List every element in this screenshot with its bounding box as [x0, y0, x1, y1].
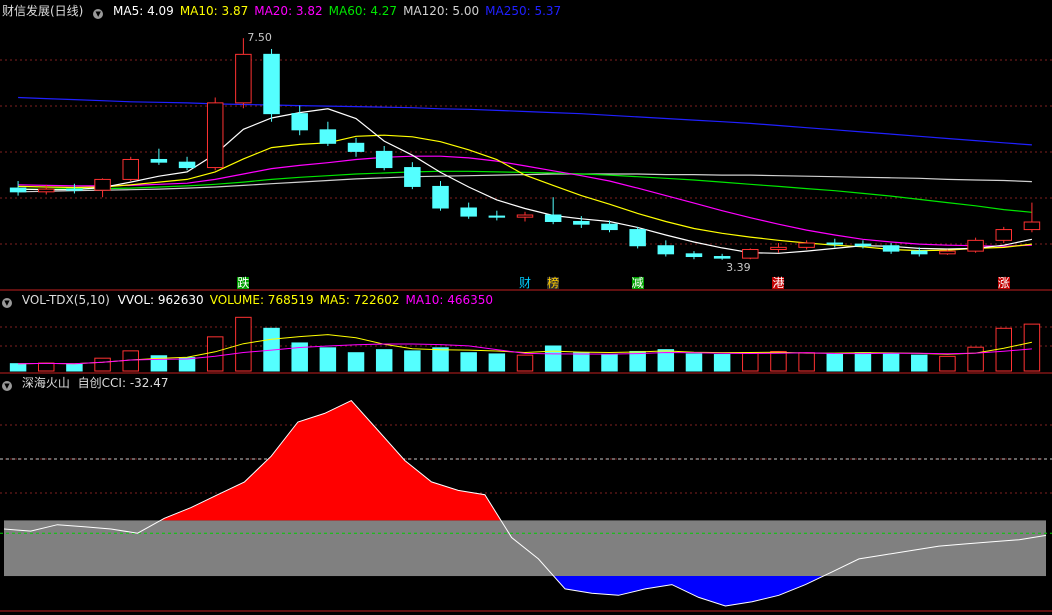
event-tag: 榜: [547, 276, 560, 290]
volume-bar: [94, 357, 111, 372]
candle-body: [460, 207, 477, 217]
candle-body: [544, 214, 562, 222]
candle-body: [911, 250, 928, 255]
volume-bar: [601, 354, 618, 372]
chevron-down-icon[interactable]: ▼: [93, 9, 104, 19]
volume-bar: [516, 354, 534, 372]
volume-bar: [319, 347, 337, 372]
volume-bar: [770, 350, 787, 372]
volume-bar: [798, 352, 815, 372]
volume-bar: [178, 357, 196, 372]
candle-body: [150, 158, 168, 163]
event-tag: 减: [631, 276, 644, 290]
candle-body: [347, 142, 365, 152]
chevron-down-icon[interactable]: ▼: [2, 298, 12, 308]
volume-bar: [573, 352, 590, 372]
volume-bar: [488, 353, 506, 372]
volume-bar: [742, 352, 759, 372]
cci-panel-title: 深海火山: [21, 376, 70, 390]
volume-bar: [347, 352, 365, 372]
volume-bar: [432, 347, 449, 372]
candle-body: [798, 242, 815, 248]
low-price-label: 3.39: [726, 260, 751, 274]
volume-bar: [713, 354, 731, 372]
high-price-label: 7.50: [247, 31, 272, 45]
candle-body: [882, 245, 900, 252]
volume-bar: [404, 350, 421, 372]
candle-body: [235, 53, 252, 104]
candle-body: [488, 215, 506, 218]
volume-bar: [544, 345, 562, 372]
candle-body: [432, 185, 449, 209]
chevron-down-icon[interactable]: ▼: [2, 381, 12, 391]
candle-body: [629, 229, 646, 247]
candle-body: [66, 188, 83, 191]
price-panel-header: 财信发展(日线) ▼ MA5: 4.09 MA10: 3.87 MA20: 3.82…: [2, 3, 573, 19]
legend-item: VOLUME: 768519: [209, 293, 314, 307]
candle-body: [573, 220, 590, 225]
candle-body: [291, 113, 308, 131]
candle-body: [601, 223, 618, 231]
candle-body: [178, 161, 196, 169]
volume-bar: [826, 353, 844, 372]
candle-body: [319, 129, 337, 144]
candle-body: [375, 150, 393, 169]
cci-value-label: 自创CCI: -32.47: [77, 376, 169, 390]
volume-panel-title: VOL-TDX(5,10): [21, 293, 110, 307]
ma-legend: MA5: 4.09 MA10: 3.87 MA20: 3.82 MA60: 4.27 M…: [113, 4, 567, 18]
candle-body: [826, 242, 844, 245]
volume-bar: [206, 336, 224, 372]
candle-body: [967, 239, 984, 252]
volume-bar: [967, 346, 984, 372]
event-tag: 财: [519, 276, 532, 290]
event-tag: 涨: [997, 276, 1010, 290]
cci-panel-header: ▼ 深海火山 自创CCI: -32.47: [2, 375, 175, 391]
volume-legend: VVOL: 962630 VOLUME: 768519 MA5: 722602 MA1…: [118, 293, 499, 307]
candle-body: [657, 245, 675, 255]
legend-item: MA250: 5.37: [485, 4, 562, 18]
event-tag: 港: [772, 276, 785, 290]
legend-item: MA20: 3.82: [254, 4, 323, 18]
event-tag: 跌: [237, 276, 250, 290]
volume-bar: [629, 350, 646, 372]
candle-body: [263, 53, 280, 115]
legend-item: MA10: 3.87: [179, 4, 249, 18]
legend-item: MA5: 722602: [319, 293, 400, 307]
candle-body: [516, 214, 534, 218]
candle-body: [94, 178, 111, 191]
legend-item: MA5: 4.09: [113, 4, 174, 18]
volume-bar: [939, 355, 956, 372]
volume-panel-header: ▼ VOL-TDX(5,10) VVOL: 962630 VOLUME: 7685…: [2, 292, 505, 308]
candle-body: [770, 246, 787, 251]
candle-body: [742, 249, 759, 259]
candle-body: [995, 229, 1013, 241]
volume-bar: [460, 352, 477, 372]
volume-bar: [882, 353, 900, 372]
candle-body: [9, 187, 27, 193]
candle-body: [939, 250, 956, 255]
volume-bar: [375, 349, 393, 372]
volume-bar: [911, 354, 928, 372]
candle-body: [854, 243, 872, 247]
legend-item: MA60: 4.27: [328, 4, 398, 18]
volume-bar: [1023, 323, 1041, 372]
volume-bar: [37, 362, 55, 372]
volume-bar: [66, 363, 83, 372]
volume-bar: [9, 363, 27, 372]
legend-item: MA120: 5.00: [403, 4, 480, 18]
candle-body: [122, 158, 139, 180]
candle-body: [1023, 221, 1041, 231]
candle-body: [685, 253, 703, 258]
price-panel-title: 财信发展(日线): [2, 4, 84, 18]
legend-item: VVOL: 962630: [117, 293, 204, 307]
candle-body: [37, 188, 55, 193]
candle-body: [404, 167, 421, 187]
volume-bar: [854, 352, 872, 372]
candle-body: [206, 102, 224, 169]
legend-item: MA10: 466350: [405, 293, 494, 307]
volume-bar: [685, 353, 703, 372]
candle-body: [713, 256, 731, 259]
